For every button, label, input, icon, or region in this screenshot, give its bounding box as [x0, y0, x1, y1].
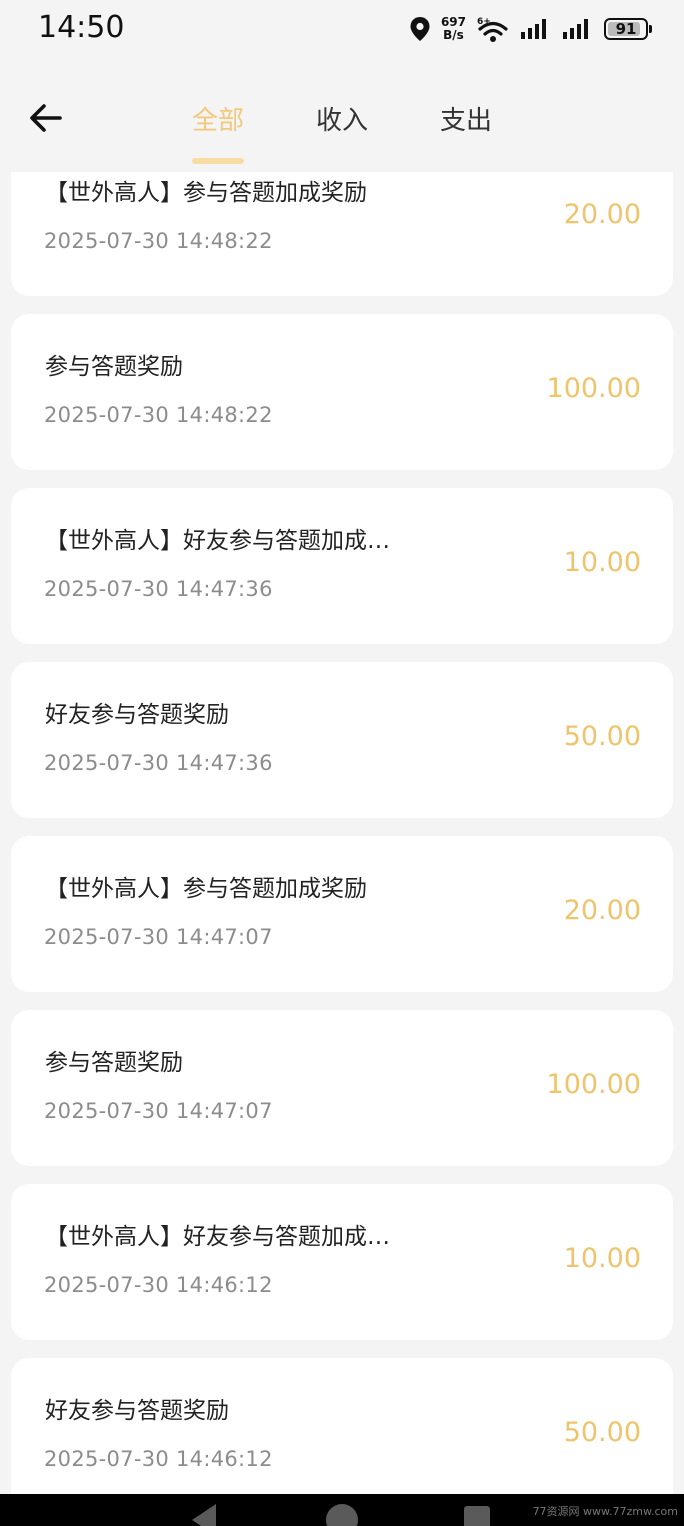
nav-home-icon[interactable]	[326, 1504, 358, 1526]
record-time: 2025-07-30 14:47:36	[44, 577, 273, 601]
record-amount: 10.00	[563, 547, 641, 578]
record-list[interactable]: 【世外高人】参与答题加成奖励 2025-07-30 14:48:22 20.00…	[0, 172, 684, 1494]
network-speed: 697 B/s	[441, 16, 466, 42]
record-time: 2025-07-30 14:48:22	[44, 229, 273, 253]
record-time: 2025-07-30 14:48:22	[44, 403, 273, 427]
record-time: 2025-07-30 14:47:36	[44, 751, 273, 775]
record-amount: 10.00	[563, 1243, 641, 1274]
record-title: 【世外高人】好友参与答题加成…	[45, 1224, 390, 1250]
network-speed-unit: B/s	[443, 28, 464, 42]
record-amount: 50.00	[563, 1417, 641, 1448]
record-card[interactable]: 【世外高人】参与答题加成奖励 2025-07-30 14:48:22 20.00	[11, 172, 673, 296]
watermark: 77资源网 www.77zmw.com	[532, 1505, 678, 1518]
record-time: 2025-07-30 14:46:12	[44, 1273, 273, 1297]
battery-level-text: 91	[615, 20, 637, 38]
status-time: 14:50	[38, 10, 125, 45]
record-amount: 100.00	[546, 373, 641, 404]
nav-back-icon[interactable]	[192, 1504, 216, 1526]
header: 全部 收入 支出	[0, 58, 684, 172]
location-icon	[410, 17, 430, 41]
system-navigation-bar: 77资源网 www.77zmw.com	[0, 1494, 684, 1526]
record-title: 【世外高人】好友参与答题加成…	[45, 528, 390, 554]
record-time: 2025-07-30 14:47:07	[44, 1099, 273, 1123]
tab-expense[interactable]: 支出	[440, 100, 492, 137]
record-card[interactable]: 【世外高人】好友参与答题加成… 2025-07-30 14:47:36 10.0…	[11, 488, 673, 644]
record-card[interactable]: 参与答题奖励 2025-07-30 14:47:07 100.00	[11, 1010, 673, 1166]
record-title: 参与答题奖励	[45, 354, 183, 380]
nav-recent-apps-icon[interactable]	[464, 1506, 490, 1526]
record-list-content: 【世外高人】参与答题加成奖励 2025-07-30 14:48:22 20.00…	[0, 172, 684, 1494]
record-amount: 50.00	[563, 721, 641, 752]
back-button[interactable]	[26, 98, 66, 138]
record-title: 【世外高人】参与答题加成奖励	[45, 180, 367, 206]
record-time: 2025-07-30 14:46:12	[44, 1447, 273, 1471]
cellular-signal-icon	[521, 19, 546, 39]
record-amount: 20.00	[563, 199, 641, 230]
active-tab-indicator	[192, 158, 244, 164]
record-card[interactable]: 参与答题奖励 2025-07-30 14:48:22 100.00	[11, 314, 673, 470]
record-amount: 20.00	[563, 895, 641, 926]
record-card[interactable]: 好友参与答题奖励 2025-07-30 14:47:36 50.00	[11, 662, 673, 818]
record-title: 参与答题奖励	[45, 1050, 183, 1076]
tab-all[interactable]: 全部	[192, 100, 244, 137]
cellular-signal-icon-2	[563, 19, 588, 39]
record-card[interactable]: 【世外高人】参与答题加成奖励 2025-07-30 14:47:07 20.00	[11, 836, 673, 992]
record-title: 【世外高人】参与答题加成奖励	[45, 876, 367, 902]
tab-income[interactable]: 收入	[316, 100, 368, 137]
wifi-icon: 6+	[477, 17, 508, 42]
record-time: 2025-07-30 14:47:07	[44, 925, 273, 949]
back-arrow-icon	[30, 104, 62, 132]
record-card[interactable]: 好友参与答题奖励 2025-07-30 14:46:12 50.00	[11, 1358, 673, 1494]
status-bar: 14:50 697 B/s 6+ 91	[0, 0, 684, 58]
battery-indicator: 91	[604, 18, 652, 40]
record-amount: 100.00	[546, 1069, 641, 1100]
record-title: 好友参与答题奖励	[45, 1398, 229, 1424]
record-title: 好友参与答题奖励	[45, 702, 229, 728]
status-icons: 697 B/s 6+ 91	[409, 13, 652, 45]
record-card[interactable]: 【世外高人】好友参与答题加成… 2025-07-30 14:46:12 10.0…	[11, 1184, 673, 1340]
